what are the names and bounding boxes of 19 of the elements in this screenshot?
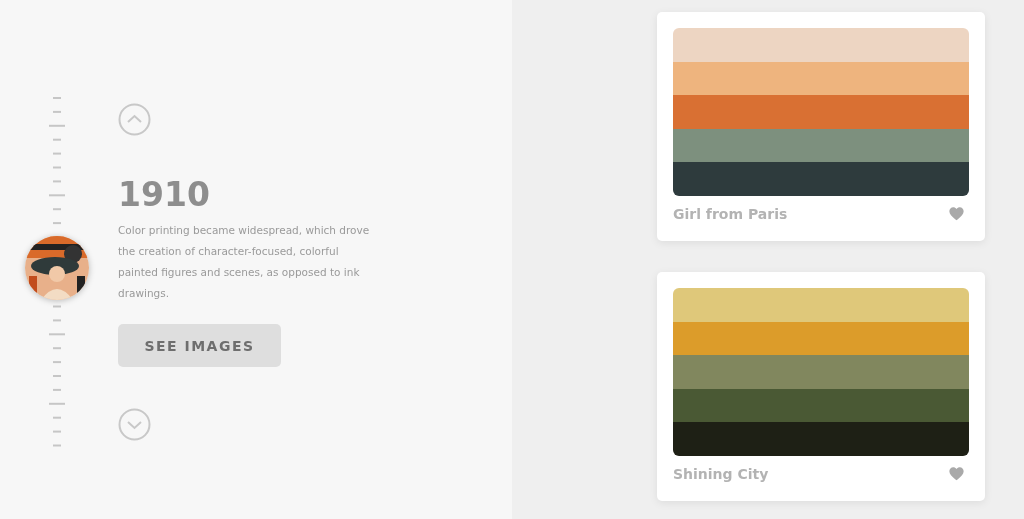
- color-swatch[interactable]: [673, 61, 969, 96]
- color-swatch[interactable]: [673, 28, 969, 62]
- heart-icon[interactable]: [948, 466, 965, 482]
- see-images-button[interactable]: SEE IMAGES: [118, 324, 281, 367]
- color-swatch[interactable]: [673, 162, 969, 196]
- color-swatch[interactable]: [673, 355, 969, 389]
- up-arrow-button[interactable]: [118, 103, 151, 136]
- heart-icon[interactable]: [948, 206, 965, 222]
- down-arrow-button[interactable]: [118, 408, 151, 441]
- year-heading: 1910: [118, 176, 210, 214]
- palette-name: Shining City: [673, 465, 769, 482]
- color-swatch[interactable]: [673, 388, 969, 423]
- palette-name: Girl from Paris: [673, 205, 788, 222]
- color-swatch[interactable]: [673, 321, 969, 356]
- description-text: Color printing became widespread, which drove the creation of character-focused, colorful painted figures and scenes, as opposed to ink drawings.: [118, 223, 371, 301]
- color-swatch[interactable]: [673, 95, 969, 129]
- color-swatch[interactable]: [673, 128, 969, 163]
- color-swatch[interactable]: [673, 422, 969, 456]
- color-swatch[interactable]: [673, 288, 969, 322]
